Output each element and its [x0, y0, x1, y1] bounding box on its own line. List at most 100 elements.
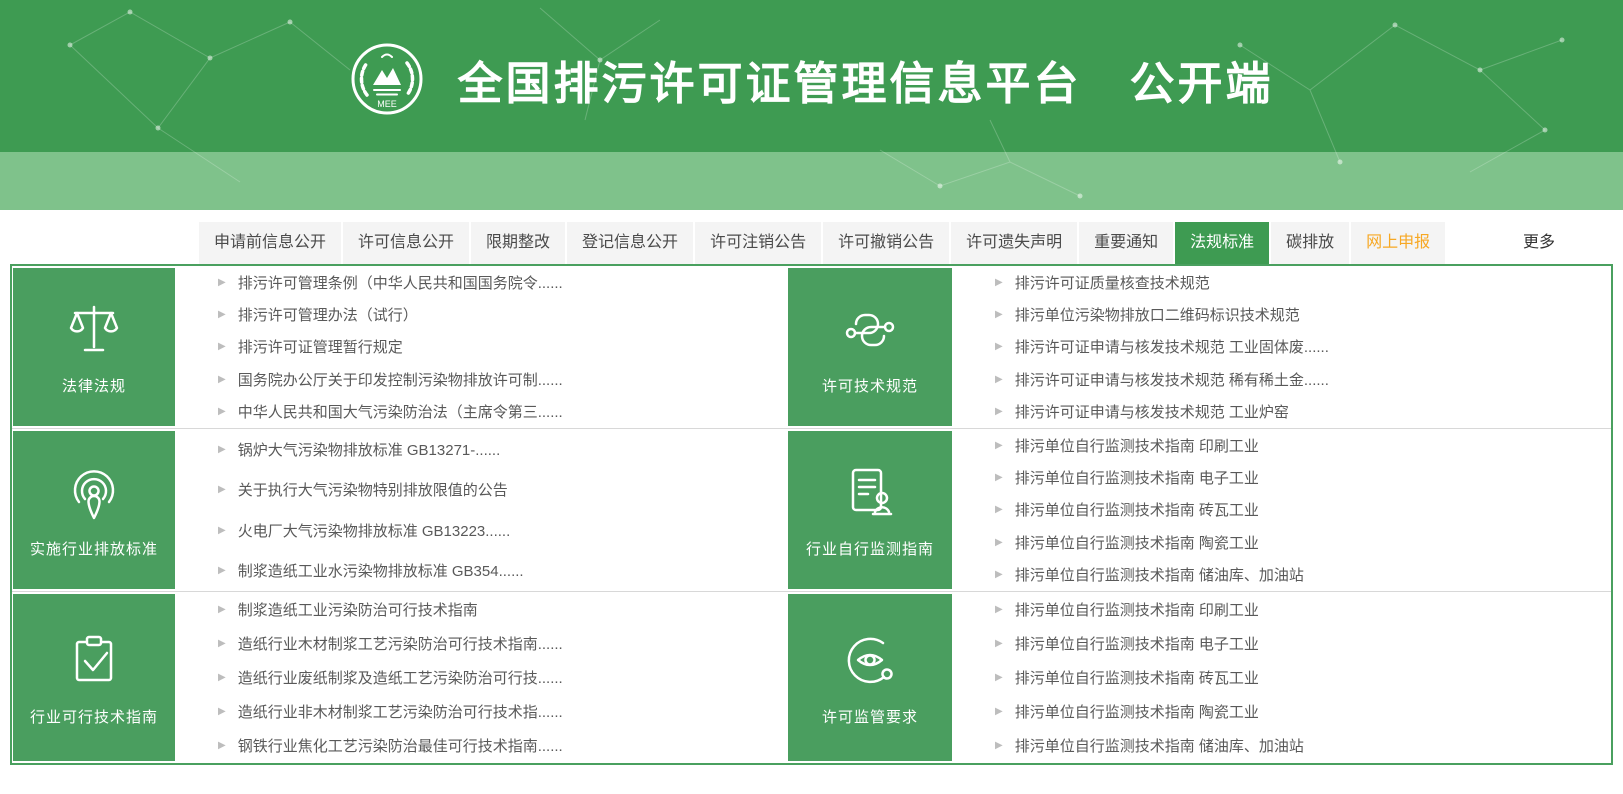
more-link[interactable]: 更多 [1523, 222, 1555, 264]
category-card-laws: 法律法规 [13, 268, 175, 426]
category-label: 许可监管要求 [821, 708, 918, 726]
emission-standards-list: ▶ 锅炉大气污染物排放标准 GB13271-...... ▶ 关于执行大气污染物特别… [176, 429, 787, 591]
doc-link[interactable]: ▶ 排污许可证申请与核发技术规范 工业固体废...... [995, 336, 1601, 357]
triangle-bullet-icon: ▶ [218, 276, 226, 288]
triangle-bullet-icon: ▶ [218, 565, 226, 577]
doc-link[interactable]: ▶ 排污单位自行监测技术指南 储油库、加油站 [995, 564, 1601, 585]
doc-link[interactable]: ▶ 中华人民共和国大气污染防治法（主席令第三...... [218, 401, 777, 422]
chain-links-icon [845, 313, 895, 347]
triangle-bullet-icon: ▶ [995, 706, 1003, 718]
doc-link[interactable]: ▶ 排污许可管理条例（中华人民共和国国务院令...... [218, 272, 777, 293]
tab-regulations-standards[interactable]: 法规标准 [1175, 222, 1270, 264]
triangle-bullet-icon: ▶ [995, 439, 1003, 451]
doc-link[interactable]: ▶ 排污单位自行监测技术指南 电子工业 [995, 467, 1601, 488]
doc-link[interactable]: ▶ 锅炉大气污染物排放标准 GB13271-...... [218, 439, 777, 460]
eye-circle-icon [847, 637, 893, 683]
doc-link[interactable]: ▶ 排污单位自行监测技术指南 印刷工业 [995, 599, 1601, 620]
doc-link[interactable]: ▶ 排污单位自行监测技术指南 储油库、加油站 [995, 735, 1601, 756]
category-card-supervision-requirements: 许可监管要求 [788, 594, 952, 761]
category-label: 法律法规 [61, 378, 126, 395]
triangle-bullet-icon: ▶ [995, 603, 1003, 615]
header-top-band: MEE 全国排污许可证管理信息平台 公开端 [0, 0, 1623, 152]
supervision-requirements-list: ▶ 排污单位自行监测技术指南 印刷工业 ▶ 排污单位自行监测技术指南 电子工业 ▶ 排… [953, 592, 1611, 763]
header-subband [0, 152, 1623, 210]
tab-permit-info-disclosure[interactable]: 许可信息公开 [343, 222, 470, 264]
page-title: 全国排污许可证管理信息平台 公开端 [457, 57, 1274, 109]
doc-link[interactable]: ▶ 排污许可证申请与核发技术规范 稀有稀土金...... [995, 369, 1601, 390]
triangle-bullet-icon: ▶ [218, 706, 226, 718]
category-label: 行业自行监测指南 [805, 541, 934, 558]
triangle-bullet-icon: ▶ [218, 341, 226, 353]
doc-link[interactable]: ▶ 排污单位自行监测技术指南 电子工业 [995, 633, 1601, 654]
tab-permit-revocation-notice[interactable]: 许可撤销公告 [823, 222, 950, 264]
broadcast-icon [73, 470, 115, 520]
category-card-permit-tech-spec: 许可技术规范 [788, 268, 952, 426]
permit-tech-spec-list: ▶ 排污许可证质量核查技术规范 ▶ 排污单位污染物排放口二维码标识技术规范 ▶ 排污许… [953, 266, 1611, 428]
document-person-icon [851, 468, 893, 516]
triangle-bullet-icon: ▶ [995, 637, 1003, 649]
triangle-bullet-icon: ▶ [218, 637, 226, 649]
triangle-bullet-icon: ▶ [995, 504, 1003, 516]
doc-link[interactable]: ▶ 排污许可证管理暂行规定 [218, 336, 777, 357]
regulations-panel: 法律法规 ▶ 排污许可管理条例（中华人民共和国国务院令...... ▶ 排污许可管理… [10, 264, 1613, 765]
doc-link[interactable]: ▶ 国务院办公厅关于印发控制污染物排放许可制...... [218, 369, 777, 390]
tab-bar: 申请前信息公开 许可信息公开 限期整改 登记信息公开 许可注销公告 许可撤销公告… [10, 222, 1613, 264]
doc-link[interactable]: ▶ 排污单位自行监测技术指南 砖瓦工业 [995, 499, 1601, 520]
tab-permit-cancellation-notice[interactable]: 许可注销公告 [695, 222, 822, 264]
tab-important-notice[interactable]: 重要通知 [1079, 222, 1174, 264]
doc-link[interactable]: ▶ 制浆造纸工业水污染物排放标准 GB354...... [218, 560, 777, 581]
triangle-bullet-icon: ▶ [995, 740, 1003, 752]
doc-link[interactable]: ▶ 关于执行大气污染物特别排放限值的公告 [218, 479, 777, 500]
triangle-bullet-icon: ▶ [218, 524, 226, 536]
category-label: 行业可行技术指南 [29, 708, 158, 726]
laws-list: ▶ 排污许可管理条例（中华人民共和国国务院令...... ▶ 排污许可管理办法（试行… [176, 266, 787, 428]
doc-link[interactable]: ▶ 造纸行业木材制浆工艺污染防治可行技术指南...... [218, 633, 777, 654]
scales-icon [69, 305, 119, 352]
mee-logo-text: MEE [378, 99, 398, 109]
triangle-bullet-icon: ▶ [218, 671, 226, 683]
feasible-tech-list: ▶ 制浆造纸工业污染防治可行技术指南 ▶ 造纸行业木材制浆工艺污染防治可行技术指南.… [176, 592, 787, 763]
triangle-bullet-icon: ▶ [218, 740, 226, 752]
tab-carbon-emission[interactable]: 碳排放 [1271, 222, 1350, 264]
triangle-bullet-icon: ▶ [218, 603, 226, 615]
tab-registration-info-disclosure[interactable]: 登记信息公开 [567, 222, 694, 264]
category-card-industry-emission-standards: 实施行业排放标准 [13, 431, 175, 589]
doc-link[interactable]: ▶ 制浆造纸工业污染防治可行技术指南 [218, 599, 777, 620]
triangle-bullet-icon: ▶ [995, 276, 1003, 288]
doc-link[interactable]: ▶ 排污单位自行监测技术指南 砖瓦工业 [995, 667, 1601, 688]
triangle-bullet-icon: ▶ [218, 373, 226, 385]
tab-pre-application-disclosure[interactable]: 申请前信息公开 [199, 222, 342, 264]
doc-link[interactable]: ▶ 钢铁行业焦化工艺污染防治最佳可行技术指南...... [218, 735, 777, 756]
doc-link[interactable]: ▶ 排污许可证申请与核发技术规范 工业炉窑 [995, 401, 1601, 422]
doc-link[interactable]: ▶ 排污单位自行监测技术指南 陶瓷工业 [995, 701, 1601, 722]
triangle-bullet-icon: ▶ [218, 484, 226, 496]
triangle-bullet-icon: ▶ [218, 309, 226, 321]
triangle-bullet-icon: ▶ [995, 406, 1003, 418]
doc-link[interactable]: ▶ 造纸行业废纸制浆及造纸工艺污染防治可行技...... [218, 667, 777, 688]
tab-deadline-rectification[interactable]: 限期整改 [471, 222, 566, 264]
triangle-bullet-icon: ▶ [995, 671, 1003, 683]
triangle-bullet-icon: ▶ [995, 472, 1003, 484]
doc-link[interactable]: ▶ 排污许可管理办法（试行） [218, 304, 777, 325]
category-label: 实施行业排放标准 [29, 541, 158, 558]
self-monitoring-list: ▶ 排污单位自行监测技术指南 印刷工业 ▶ 排污单位自行监测技术指南 电子工业 ▶ 排… [953, 429, 1611, 591]
tab-online-declaration[interactable]: 网上申报 [1351, 222, 1446, 264]
panel-row-2: 实施行业排放标准 ▶ 锅炉大气污染物排放标准 GB13271-...... ▶ 关于… [12, 428, 1611, 591]
doc-link[interactable]: ▶ 排污单位污染物排放口二维码标识技术规范 [995, 304, 1601, 325]
tab-permit-loss-statement[interactable]: 许可遗失声明 [951, 222, 1078, 264]
clipboard-check-icon [75, 635, 113, 681]
triangle-bullet-icon: ▶ [995, 341, 1003, 353]
triangle-bullet-icon: ▶ [995, 373, 1003, 385]
category-label: 许可技术规范 [821, 378, 918, 395]
doc-link[interactable]: ▶ 排污单位自行监测技术指南 印刷工业 [995, 435, 1601, 456]
doc-link[interactable]: ▶ 排污单位自行监测技术指南 陶瓷工业 [995, 532, 1601, 553]
triangle-bullet-icon: ▶ [218, 443, 226, 455]
doc-link[interactable]: ▶ 造纸行业非木材制浆工艺污染防治可行技术指...... [218, 701, 777, 722]
triangle-bullet-icon: ▶ [995, 309, 1003, 321]
doc-link[interactable]: ▶ 火电厂大气污染物排放标准 GB13223...... [218, 520, 777, 541]
triangle-bullet-icon: ▶ [995, 536, 1003, 548]
category-card-feasible-tech-guide: 行业可行技术指南 [13, 594, 175, 761]
doc-link[interactable]: ▶ 排污许可证质量核查技术规范 [995, 272, 1601, 293]
panel-row-1: 法律法规 ▶ 排污许可管理条例（中华人民共和国国务院令...... ▶ 排污许可管理… [12, 266, 1611, 428]
header-banner: MEE 全国排污许可证管理信息平台 公开端 [0, 0, 1623, 210]
